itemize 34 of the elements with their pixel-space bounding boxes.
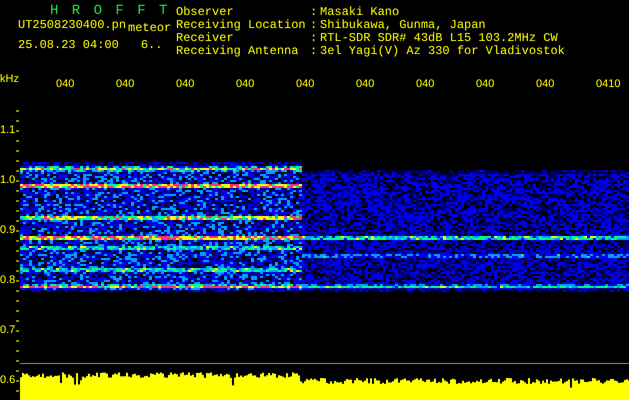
unit-label: kHz	[0, 73, 19, 85]
time-label: 040	[296, 78, 314, 90]
mode-label: meteor	[128, 21, 172, 35]
info-separator: :	[310, 6, 318, 19]
time-label: 040	[476, 78, 494, 90]
time-label: 040	[536, 78, 554, 90]
file-name: UT2508230400.pn	[18, 18, 126, 32]
app-title: H R O F F T	[50, 4, 171, 18]
info-value: 3el Yagi(V) Az 330 for Vladivostok	[320, 45, 565, 58]
frequency-label: 0.9	[0, 224, 16, 236]
info-separator: :	[310, 32, 318, 45]
time-label: 040	[356, 78, 374, 90]
frequency-label: 0.7	[0, 324, 16, 336]
timestamp: 25.08.23 04:00	[18, 38, 119, 52]
time-label: 040	[56, 78, 74, 90]
time-label: 040	[236, 78, 254, 90]
info-value: RTL-SDR SDR# 43dB L15 103.2MHz CW	[320, 32, 559, 45]
time-label: 040	[416, 78, 434, 90]
frequency-label: 1.1	[0, 124, 16, 136]
info-separator: :	[310, 45, 318, 58]
frequency-label: 1.0	[0, 174, 16, 186]
frequency-label: 0.6	[0, 374, 16, 386]
info-label: Receiver	[176, 32, 235, 45]
info-separator: :	[310, 19, 318, 32]
info-value: Masaki Kano	[320, 6, 400, 19]
info-label: Receiving Location	[176, 19, 307, 32]
info-label: Observer	[176, 6, 235, 19]
time-label: 040	[176, 78, 194, 90]
frequency-label: 0.8	[0, 274, 16, 286]
time-label: 0410	[596, 78, 620, 90]
info-value: Shibukawa, Gunma, Japan	[320, 19, 487, 32]
time-label: 040	[116, 78, 134, 90]
count-label: 6..	[140, 38, 162, 52]
info-label: Receiving Antenna	[176, 45, 300, 58]
